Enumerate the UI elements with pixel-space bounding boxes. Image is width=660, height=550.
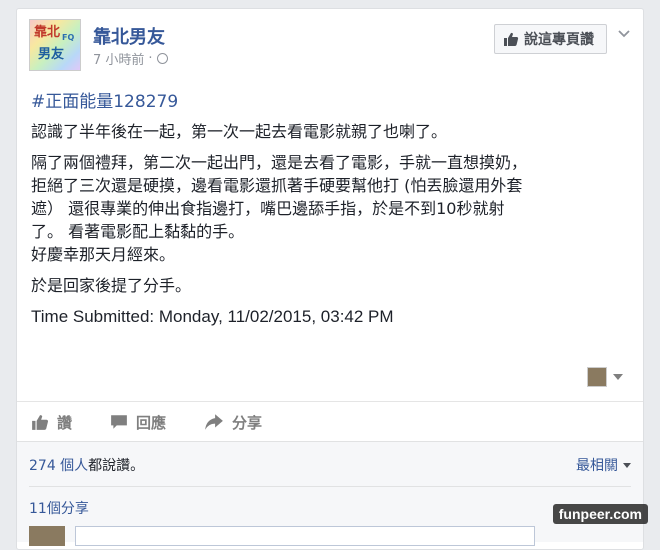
comment-input[interactable] (75, 526, 535, 546)
likes-count-link[interactable]: 274 個人 (29, 458, 88, 474)
sort-label: 最相關 (576, 458, 618, 474)
share-label: 分享 (232, 413, 263, 432)
like-page-button[interactable]: 說這專頁讚 (494, 24, 607, 54)
comment-icon (111, 415, 127, 429)
avatar-text-bottom: 男友 (38, 47, 65, 62)
post-line: 認識了半年後在一起，第一次一起去看電影就親了也喇了。 (31, 122, 448, 141)
feedback-section: 274 個人都說讚。 最相關 11個分享 (17, 441, 643, 546)
user-avatar (29, 526, 65, 546)
share-button[interactable]: 分享 (204, 412, 262, 433)
post-line: 於是回家後提了分手。 (31, 276, 192, 295)
sort-dropdown[interactable]: 最相關 (576, 455, 631, 475)
chevron-down-icon[interactable] (617, 27, 631, 41)
page-avatar[interactable]: 靠北 FQ 男友 (29, 19, 81, 71)
comment-button[interactable]: 回應 (110, 412, 166, 433)
time-submitted: Time Submitted: Monday, 11/02/2015, 03:4… (31, 307, 394, 326)
likes-summary: 274 個人都說讚。 最相關 (29, 452, 631, 478)
post-paragraph: 認識了半年後在一起，第一次一起去看電影就親了也喇了。 (31, 120, 629, 143)
like-label: 讚 (57, 413, 73, 432)
post-timestamp[interactable]: 7 小時前 (93, 49, 144, 68)
avatar-fq: FQ (62, 33, 75, 42)
share-arrow-icon (205, 414, 223, 430)
post-header: 靠北 FQ 男友 靠北男友 7 小時前 · 說這專頁讚 (29, 19, 631, 79)
thumbs-up-icon (32, 415, 49, 430)
post-card: 靠北 FQ 男友 靠北男友 7 小時前 · 說這專頁讚 #正面能量128279 … (16, 8, 644, 550)
hashtag-link[interactable]: #正面能量128279 (31, 91, 629, 114)
thumbs-up-icon (504, 32, 519, 46)
post-line: 隔了兩個禮拜，第二次一起出門，還是去看了電影，手就一直想摸奶， (31, 153, 528, 172)
page-name-link[interactable]: 靠北男友 (93, 23, 165, 49)
post-line: 拒絕了三次還是硬摸，邊看電影還抓著手硬要幫他打 (怕丟臉還用外套 (31, 176, 523, 195)
avatar-text-top: 靠北 (34, 25, 61, 40)
post-line: 遮） 還很專業的伸出食指邊打，嘴巴邊舔手指，於是不到10秒就射 (31, 199, 505, 218)
post-paragraph: 於是回家後提了分手。 (31, 274, 629, 297)
post-as-selector[interactable] (587, 367, 623, 387)
caret-down-icon (613, 374, 623, 380)
comment-label: 回應 (136, 413, 167, 432)
post-meta: 7 小時前 · (93, 49, 168, 68)
globe-icon (156, 53, 168, 64)
likes-suffix: 都說讚。 (88, 458, 145, 474)
user-avatar (587, 367, 607, 387)
caret-down-icon (623, 462, 631, 468)
post-paragraph: 隔了兩個禮拜，第二次一起出門，還是去看了電影，手就一直想摸奶， 拒絕了三次還是硬… (31, 151, 629, 266)
post-line: 了。 看著電影配上黏黏的手。 (31, 222, 245, 241)
post-line: 好慶幸那天月經來。 (31, 245, 176, 264)
post-body: #正面能量128279 認識了半年後在一起，第一次一起去看電影就親了也喇了。 隔… (31, 91, 629, 328)
comment-composer (29, 526, 535, 546)
action-bar: 讚 回應 分享 (17, 401, 643, 442)
shares-link[interactable]: 11個分享 (29, 498, 89, 518)
like-button[interactable]: 讚 (31, 412, 72, 433)
like-page-label: 說這專頁讚 (524, 32, 594, 48)
divider (29, 486, 631, 487)
watermark: funpeer.com (552, 504, 648, 524)
meta-separator: · (148, 51, 153, 66)
